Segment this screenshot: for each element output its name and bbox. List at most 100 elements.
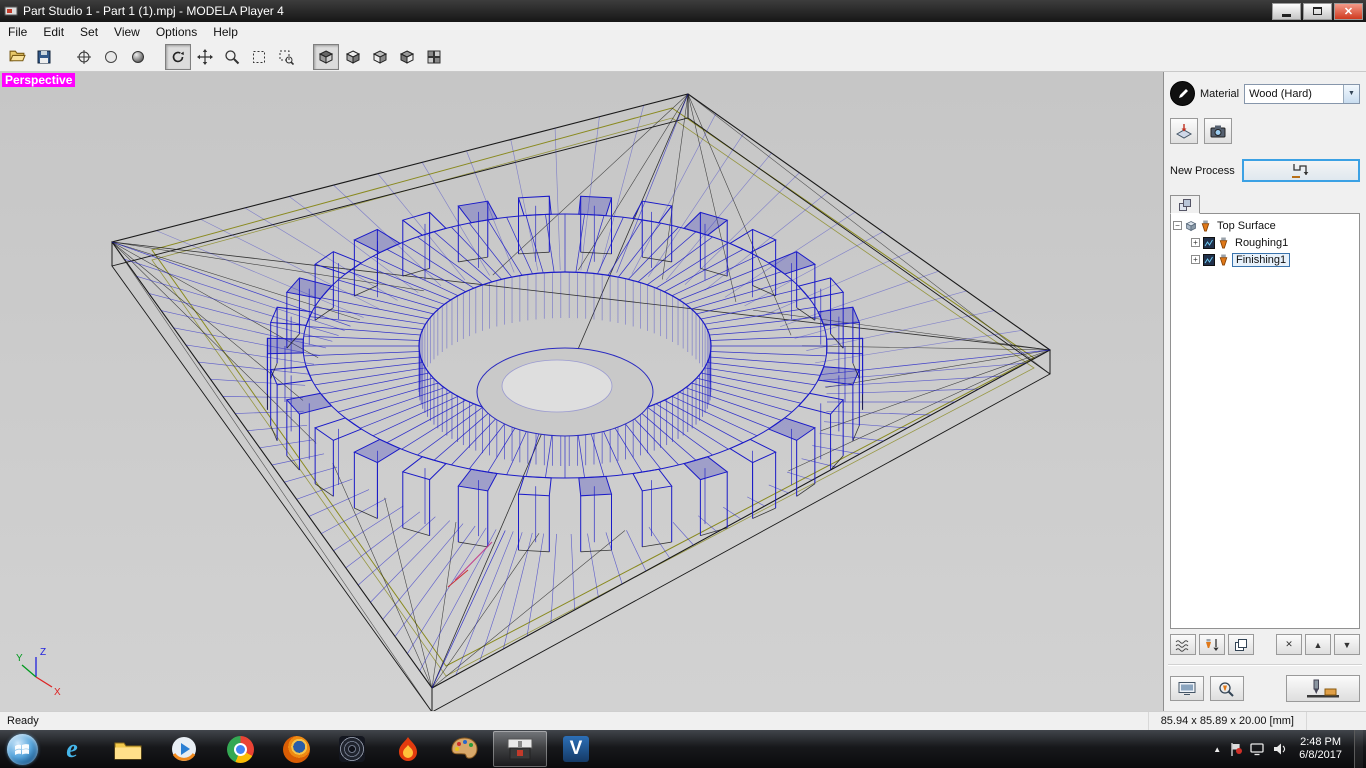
close-button[interactable]: ✕ [1334, 2, 1363, 20]
expand-toggle-icon[interactable]: + [1191, 255, 1200, 264]
view-frame-center-button[interactable] [71, 44, 97, 70]
tool-icon [1201, 220, 1210, 231]
panel-footer [1170, 675, 1360, 702]
taskbar-chrome[interactable] [213, 731, 267, 767]
maximize-button[interactable] [1303, 2, 1332, 20]
fit-view-button[interactable] [246, 44, 272, 70]
view-preset-3-button[interactable] [367, 44, 393, 70]
ring-app-icon [339, 736, 365, 762]
tree-label[interactable]: Top Surface [1214, 220, 1279, 232]
edit-process-button[interactable] [1199, 634, 1225, 655]
cutting-icon [1307, 679, 1339, 697]
taskbar-media-player[interactable] [157, 731, 211, 767]
model-cube-icon [1185, 220, 1197, 231]
material-label: Material [1200, 87, 1240, 100]
delete-icon: ✕ [1285, 639, 1293, 649]
open-file-button[interactable] [4, 44, 30, 70]
menu-file[interactable]: File [0, 23, 35, 41]
process-list-tab[interactable] [1170, 195, 1200, 214]
pan-view-button[interactable] [192, 44, 218, 70]
preview-result-button[interactable] [1170, 676, 1204, 701]
toolbar [0, 42, 1366, 72]
volume-icon[interactable] [1273, 742, 1287, 756]
minimize-button[interactable] [1272, 2, 1301, 20]
save-button[interactable] [31, 44, 57, 70]
taskbar-ie[interactable]: e [45, 731, 99, 767]
new-process-icon [1292, 163, 1309, 178]
tree-item-top-surface[interactable]: − Top Surface [1173, 217, 1357, 234]
tool-down-icon [1205, 638, 1219, 651]
menu-edit[interactable]: Edit [35, 23, 72, 41]
model-setup-button[interactable] [1170, 118, 1198, 144]
view-wireframe-button[interactable] [98, 44, 124, 70]
statusbar-pad [1306, 712, 1366, 730]
rotate-view-button[interactable] [165, 43, 191, 70]
firefox-icon [282, 735, 310, 763]
material-edit-button[interactable] [1170, 81, 1195, 106]
toolpath-preview-button[interactable] [1170, 634, 1196, 655]
tree-label[interactable]: Finishing1 [1232, 252, 1291, 267]
save-icon [37, 50, 51, 63]
tool-icon [1219, 237, 1228, 248]
tree-label[interactable]: Roughing1 [1232, 237, 1291, 249]
taskbar-paint-app[interactable] [437, 731, 491, 767]
tree-item-roughing[interactable]: + Roughing1 [1173, 234, 1357, 251]
chrome-icon [226, 735, 254, 763]
view-shaded-button[interactable] [125, 44, 151, 70]
toolpath-block-icon [1203, 236, 1215, 249]
axis-triad: Y Z X [16, 647, 61, 697]
start-button[interactable] [0, 730, 44, 768]
zoom-button[interactable] [219, 44, 245, 70]
new-process-label: New Process [1170, 164, 1235, 177]
network-display-icon[interactable] [1250, 742, 1265, 756]
tray-chevron-button[interactable]: ▲ [1213, 745, 1221, 754]
expand-toggle-icon[interactable]: + [1191, 238, 1200, 247]
view-preset-1-button[interactable] [313, 43, 339, 70]
copy-process-button[interactable] [1228, 634, 1254, 655]
move-down-button[interactable]: ▼ [1334, 634, 1360, 655]
scene-3d-toolpath[interactable] [0, 72, 1164, 711]
action-center-flag-icon[interactable] [1229, 742, 1243, 757]
move-up-button[interactable]: ▲ [1305, 634, 1331, 655]
show-desktop-button[interactable] [1354, 730, 1363, 768]
delete-process-button[interactable]: ✕ [1276, 634, 1302, 655]
move-icon [197, 48, 213, 65]
menubar: File Edit Set View Options Help [0, 22, 1366, 42]
taskbar-flame-app[interactable] [381, 731, 435, 767]
new-process-button[interactable] [1242, 159, 1360, 182]
zoom-box-button[interactable] [273, 44, 299, 70]
rotate-icon [172, 51, 184, 62]
menu-options[interactable]: Options [148, 23, 205, 41]
v-app-icon: V [563, 736, 589, 762]
fit-frame-icon [253, 50, 265, 63]
cube-top-icon [345, 49, 361, 64]
preview-image-button[interactable] [1204, 118, 1232, 144]
taskbar-ring-app[interactable] [325, 731, 379, 767]
toolpath-block-icon [1203, 253, 1215, 266]
grid-icon [427, 50, 441, 63]
tray-clock[interactable]: 2:48 PM 6/8/2017 [1295, 736, 1346, 762]
view-preset-4-button[interactable] [394, 44, 420, 70]
cube-right-icon [399, 49, 415, 64]
collapse-toggle-icon[interactable]: − [1173, 221, 1182, 230]
tool-check-button[interactable] [1210, 676, 1244, 701]
camera-icon [1210, 125, 1226, 138]
four-views-button[interactable] [421, 44, 447, 70]
copy-icon [1235, 638, 1247, 651]
taskbar-modela-player[interactable] [493, 731, 547, 767]
system-tray: ▲ 2:48 PM 6/8/2017 [1213, 730, 1366, 768]
taskbar-firefox[interactable] [269, 731, 323, 767]
dropdown-arrow-icon: ▼ [1343, 84, 1359, 103]
tree-item-finishing[interactable]: + Finishing1 [1173, 251, 1357, 268]
menu-set[interactable]: Set [72, 23, 106, 41]
taskbar-explorer[interactable] [101, 731, 155, 767]
menu-help[interactable]: Help [205, 23, 246, 41]
material-select[interactable]: Wood (Hard) ▼ [1244, 83, 1360, 104]
crosshair-circle-icon [77, 49, 91, 64]
menu-view[interactable]: View [106, 23, 148, 41]
process-tab-strip [1170, 195, 1360, 214]
start-cutting-button[interactable] [1286, 675, 1360, 702]
taskbar-v-app[interactable]: V [549, 731, 603, 767]
viewport-3d[interactable]: Perspective Y Z X [0, 72, 1164, 711]
view-preset-2-button[interactable] [340, 44, 366, 70]
